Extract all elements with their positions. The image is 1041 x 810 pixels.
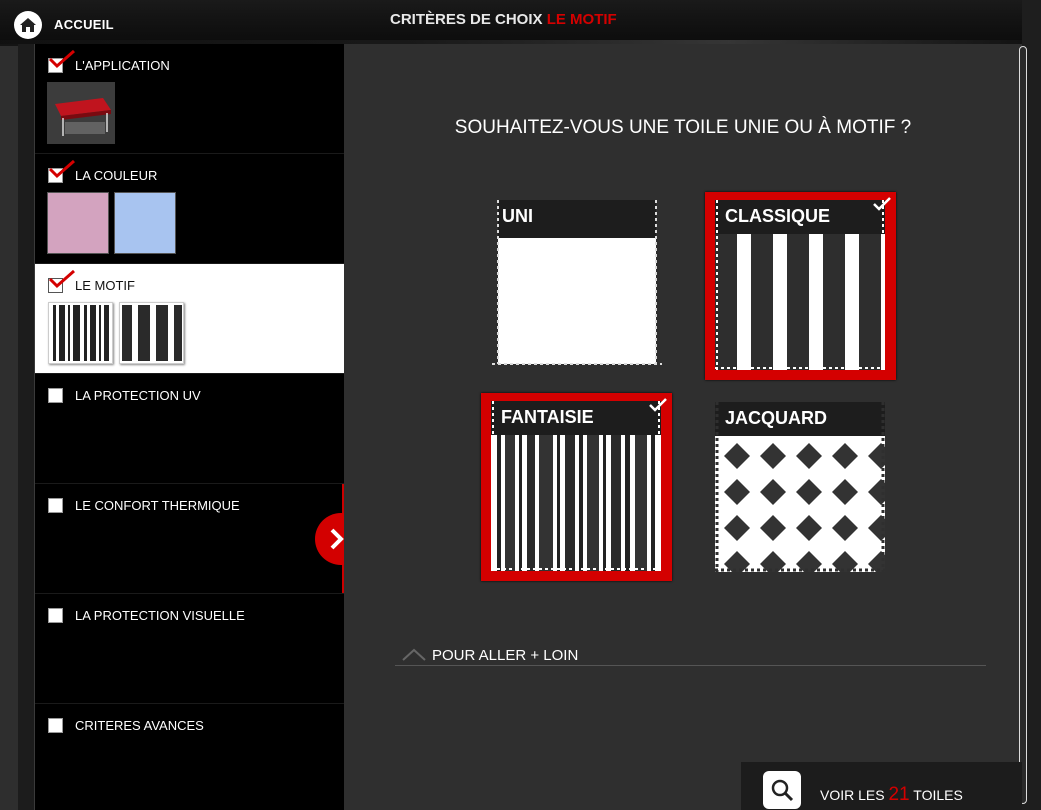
view-results-link[interactable]: VOIR LES 21 TOILES	[820, 784, 963, 806]
app-window: ACCUEIL CRITÈRES DE CHOIX LE MOTIF L'APP…	[0, 0, 1041, 810]
more-info-toggle[interactable]: POUR ALLER + LOIN	[395, 644, 986, 666]
results-count: 21	[888, 784, 910, 805]
home-icon	[20, 18, 36, 32]
criteria-label: L'APPLICATION	[75, 58, 170, 73]
left-edge-strip	[18, 44, 35, 810]
criteria-checkbox[interactable]	[48, 608, 63, 623]
criteria-label: LA PROTECTION VISUELLE	[75, 608, 245, 623]
check-icon	[649, 398, 667, 412]
page-title-prefix: CRITÈRES DE CHOIX	[390, 11, 543, 28]
criteria-sidebar: L'APPLICATION LA COULEUR LE MOTIF LA PRO…	[35, 44, 359, 810]
criteria-item-pattern[interactable]: LE MOTIF	[35, 264, 359, 594]
pattern-thumbnail-classique	[119, 302, 184, 364]
criteria-item-uv-protection[interactable]: LA PROTECTION UV	[35, 374, 344, 484]
option-card-classique[interactable]: CLASSIQUE	[705, 192, 896, 380]
chevron-up-icon	[402, 648, 426, 661]
option-card-fantaisie[interactable]: FANTAISIE	[481, 393, 672, 581]
main-panel: SOUHAITEZ-VOUS UNE TOILE UNIE OU À MOTIF…	[344, 44, 1022, 810]
page-title-accent: LE MOTIF	[546, 11, 617, 28]
criteria-item-advanced[interactable]: CRITERES AVANCES	[35, 704, 344, 810]
page-title: CRITÈRES DE CHOIX LE MOTIF	[390, 11, 650, 28]
criteria-label: LA PROTECTION UV	[75, 388, 201, 403]
check-icon	[48, 269, 75, 289]
results-suffix: TOILES	[913, 787, 963, 803]
option-label: JACQUARD	[725, 408, 828, 428]
results-prefix: VOIR LES	[820, 787, 885, 803]
option-card-uni[interactable]: UNI	[490, 198, 664, 372]
home-label[interactable]: ACCUEIL	[54, 17, 114, 32]
criteria-item-thermal-comfort[interactable]: LE CONFORT THERMIQUE	[35, 484, 344, 594]
check-icon	[873, 197, 891, 211]
criteria-checkbox[interactable]	[48, 388, 63, 403]
search-button[interactable]	[763, 771, 801, 809]
question-heading: SOUHAITEZ-VOUS UNE TOILE UNIE OU À MOTIF…	[454, 117, 912, 138]
option-card-jacquard[interactable]: JACQUARD	[713, 400, 887, 574]
more-info-label: POUR ALLER + LOIN	[432, 647, 579, 664]
color-swatch-blue	[114, 192, 176, 254]
criteria-checkbox[interactable]	[48, 718, 63, 733]
criteria-item-color[interactable]: LA COULEUR	[35, 154, 344, 264]
check-icon	[48, 49, 75, 69]
search-icon	[771, 779, 794, 802]
criteria-checkbox[interactable]	[48, 498, 63, 513]
criteria-label: CRITERES AVANCES	[75, 718, 204, 733]
scrollbar-thumb[interactable]	[1019, 46, 1027, 804]
criteria-item-application[interactable]: L'APPLICATION	[35, 44, 344, 154]
option-label: CLASSIQUE	[725, 206, 831, 226]
option-label: UNI	[502, 206, 533, 226]
application-thumbnail	[47, 82, 115, 144]
color-swatch-pink	[47, 192, 109, 254]
check-icon	[48, 159, 75, 179]
criteria-label: LA COULEUR	[75, 168, 158, 183]
pattern-thumbnail-fantaisie	[48, 302, 113, 364]
criteria-item-visual-protection[interactable]: LA PROTECTION VISUELLE	[35, 594, 344, 704]
criteria-label: LE CONFORT THERMIQUE	[75, 498, 240, 513]
home-button[interactable]	[14, 11, 42, 39]
criteria-label: LE MOTIF	[75, 278, 135, 293]
option-label: FANTAISIE	[501, 407, 594, 427]
